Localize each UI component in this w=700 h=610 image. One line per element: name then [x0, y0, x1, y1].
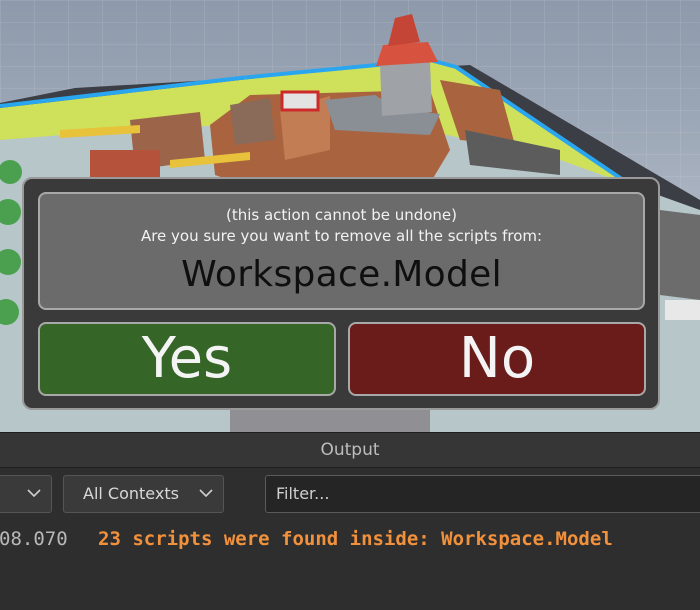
3d-viewport[interactable]: (this action cannot be undone) Are you s…: [0, 0, 700, 432]
target-name: Workspace.Model: [181, 254, 502, 295]
right-wall: [660, 210, 700, 300]
output-toolbar: s All Contexts Filter...: [0, 468, 700, 518]
no-button[interactable]: No: [348, 322, 646, 396]
message-panel: (this action cannot be undone) Are you s…: [38, 192, 645, 310]
building-wall: [230, 98, 275, 145]
chevron-down-icon: [199, 489, 213, 498]
output-title: Output: [0, 432, 700, 468]
yes-button[interactable]: Yes: [38, 322, 336, 396]
remove-scripts-dialog: (this action cannot be undone) Are you s…: [22, 177, 660, 410]
warning-text: (this action cannot be undone): [225, 206, 458, 224]
red-block: [90, 150, 160, 180]
question-text: Are you sure you want to remove all the …: [140, 227, 543, 245]
log-message: 23 scripts were found inside: Workspace.…: [98, 528, 613, 550]
tower: [380, 62, 432, 116]
message-type-dropdown[interactable]: s: [0, 475, 52, 513]
white-block: [665, 300, 700, 320]
filter-input[interactable]: Filter...: [265, 475, 700, 513]
log-timestamp: 08.070: [0, 528, 68, 550]
log-line: 08.070 23 scripts were found inside: Wor…: [0, 526, 700, 552]
chevron-down-icon: [27, 489, 41, 498]
context-value: All Contexts: [83, 484, 179, 503]
output-panel: Output s All Contexts Filter... 08.070 2…: [0, 432, 700, 610]
red-white-sign: [280, 90, 320, 112]
tower-roof: [376, 42, 438, 66]
tower-top: [388, 14, 420, 46]
bottom-block: [230, 410, 430, 432]
context-dropdown[interactable]: All Contexts: [63, 475, 224, 513]
